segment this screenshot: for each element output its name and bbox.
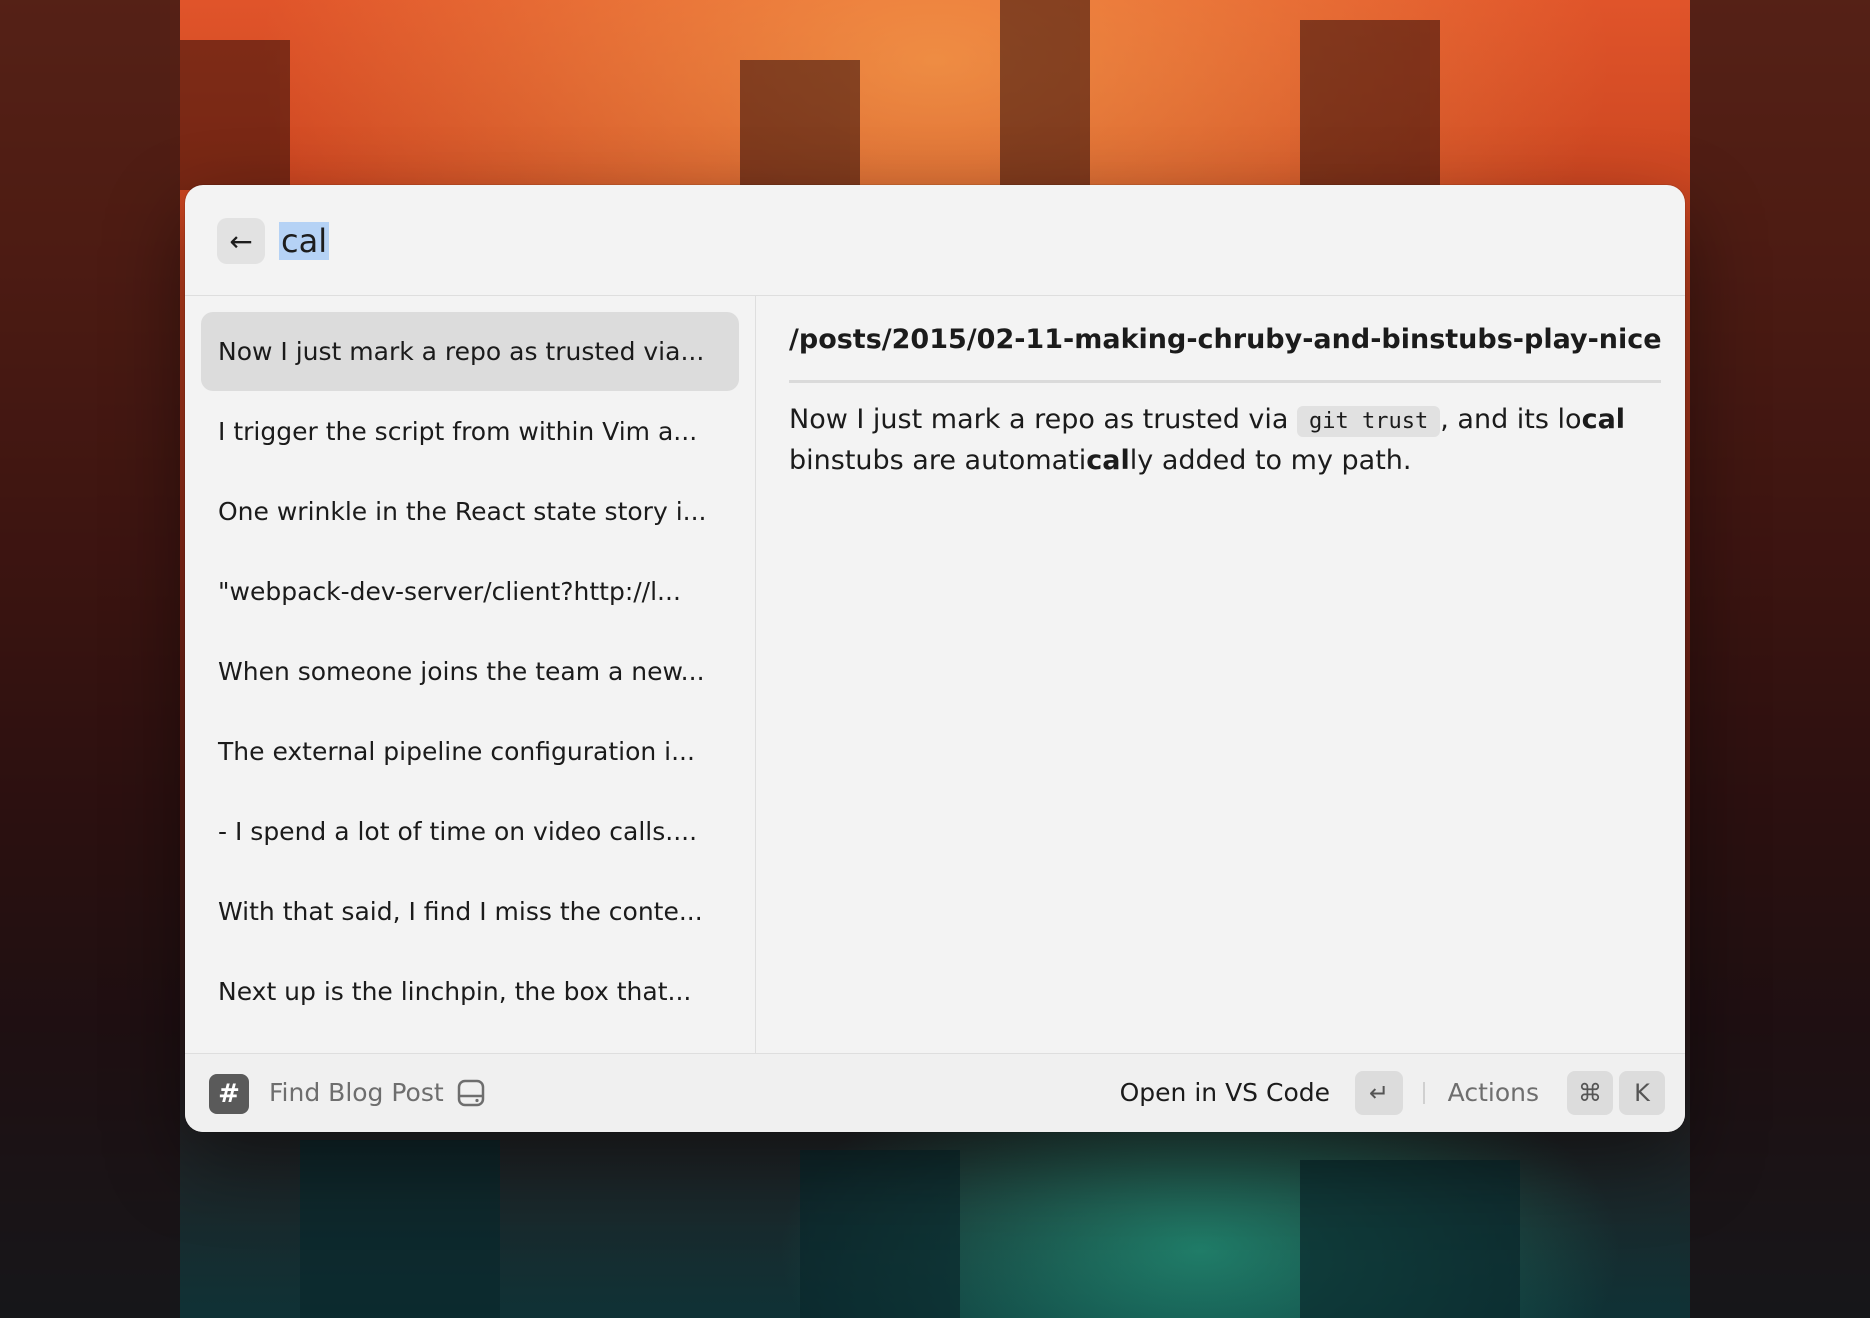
launcher-window: ← cal Now I just mark a repo as trusted … — [185, 185, 1685, 1132]
hash-icon: # — [209, 1074, 249, 1114]
arrow-left-icon: ← — [229, 224, 253, 258]
list-item[interactable]: The external pipeline configuration i... — [201, 712, 739, 791]
body-text: ly added to my path. — [1129, 445, 1412, 476]
list-item[interactable]: When someone joins the team a new... — [201, 632, 739, 711]
hard-drive-icon — [457, 1079, 485, 1107]
list-item[interactable]: "webpack-dev-server/client?http://l... — [201, 552, 739, 631]
list-item[interactable]: Now I just mark a repo as trusted via... — [201, 312, 739, 391]
body-text: Now I just mark a repo as trusted via — [789, 404, 1298, 435]
divider — [789, 380, 1661, 383]
match-highlight: cal — [1581, 404, 1626, 435]
results-list: Now I just mark a repo as trusted via...… — [185, 296, 756, 1056]
search-input[interactable]: cal — [279, 215, 979, 267]
body-text: , and its lo — [1440, 404, 1582, 435]
enter-key-badge: ↵ — [1355, 1071, 1403, 1115]
list-item[interactable]: Next up is the linchpin, the box that... — [201, 952, 739, 1031]
inline-code: git trust — [1297, 406, 1441, 437]
detail-pane: /posts/2015/02-11-making-chruby-and-bins… — [789, 296, 1662, 1056]
command-key-badge: ⌘ — [1567, 1071, 1613, 1115]
list-item[interactable]: I trigger the script from within Vim a..… — [201, 392, 739, 471]
list-item[interactable]: - I spend a lot of time on video calls..… — [201, 792, 739, 871]
match-highlight: cal — [1086, 445, 1130, 476]
detail-title: /posts/2015/02-11-making-chruby-and-bins… — [789, 324, 1662, 355]
list-item[interactable]: With that said, I find I miss the conte.… — [201, 872, 739, 951]
search-bar: ← cal — [185, 185, 1685, 296]
list-item[interactable]: One wrinkle in the React state story i..… — [201, 472, 739, 551]
separator — [1423, 1082, 1425, 1104]
back-button[interactable]: ← — [217, 218, 265, 264]
actions-button[interactable]: Actions — [1448, 1054, 1539, 1132]
action-bar: # Find Blog Post Open in VS Code ↵ Actio… — [185, 1053, 1685, 1132]
body-text: binstubs are automati — [789, 445, 1087, 476]
detail-body: Now I just mark a repo as trusted via gi… — [789, 400, 1661, 480]
k-key-badge: K — [1619, 1071, 1665, 1115]
search-query: cal — [279, 222, 330, 260]
extension-name: Find Blog Post — [269, 1078, 444, 1107]
open-in-vscode-button[interactable]: Open in VS Code — [1120, 1054, 1330, 1132]
